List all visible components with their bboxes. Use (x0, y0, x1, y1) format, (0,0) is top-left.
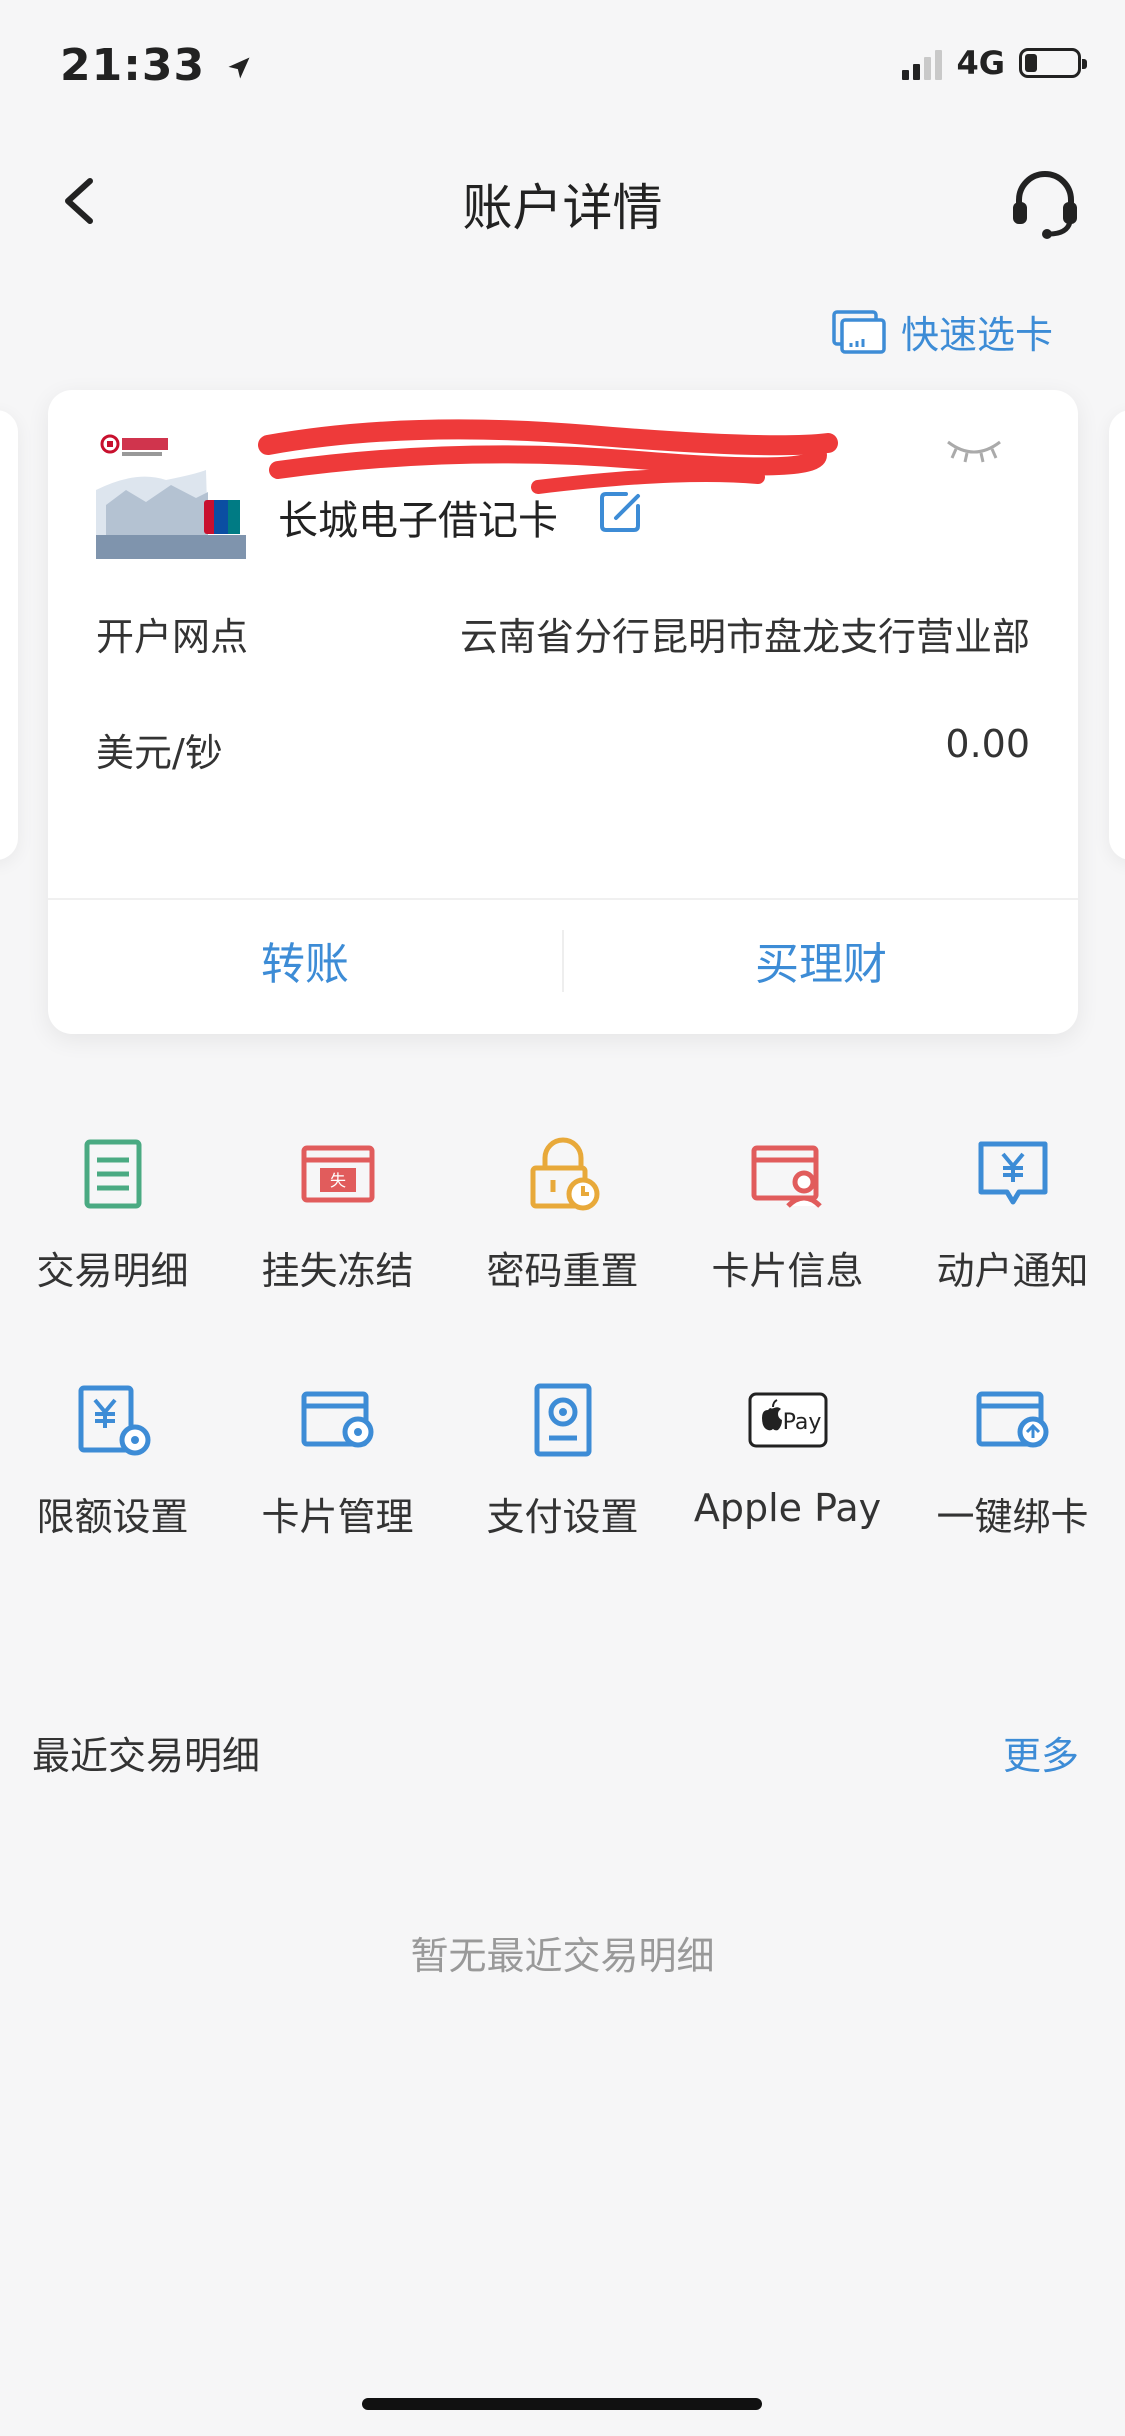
account-activity-notice-button[interactable]: 动户通知 (900, 1134, 1125, 1295)
eye-closed-icon[interactable] (942, 430, 1006, 470)
bank-card-image (96, 430, 246, 570)
status-time: 21:33 (60, 40, 253, 91)
card-lost-icon: 失 (301, 1145, 374, 1203)
apple-pay-button[interactable]: Pay Apple Pay (675, 1380, 900, 1530)
transaction-details-label: 交易明细 (36, 1249, 189, 1293)
recent-transactions-title: 最近交易明细 (32, 1734, 261, 1778)
branch-value: 云南省分行昆明市盘龙支行营业部 (459, 615, 1030, 659)
status-indicators: 4G (902, 44, 1087, 82)
payment-settings-button[interactable]: 支付设置 (450, 1380, 675, 1541)
network-type: 4G (956, 44, 1005, 82)
document-list-icon (84, 1139, 141, 1209)
card-info-button[interactable]: 卡片信息 (675, 1134, 900, 1295)
status-time-text: 21:33 (60, 40, 206, 91)
card-bind-icon (976, 1391, 1048, 1448)
apple-pay-label: Apple Pay (693, 1486, 882, 1530)
card-management-label: 卡片管理 (261, 1495, 414, 1539)
card-divider (48, 898, 1078, 900)
lock-reset-icon (530, 1137, 599, 1211)
card-switch-icon (832, 309, 886, 354)
apple-pay-icon-text: Pay (782, 1410, 821, 1435)
payment-settings-label: 支付设置 (486, 1495, 639, 1539)
svg-text:失: 失 (329, 1171, 345, 1190)
password-reset-button[interactable]: 密码重置 (450, 1134, 675, 1295)
branch-label: 开户网点 (96, 615, 249, 659)
apple-pay-icon: Pay (748, 1392, 827, 1448)
location-arrow-icon (228, 57, 250, 79)
empty-transactions-message: 暂无最近交易明细 (410, 1934, 715, 1978)
card-info-label: 卡片信息 (711, 1249, 864, 1293)
headset-icon (1013, 171, 1077, 239)
limit-settings-button[interactable]: 限额设置 (0, 1380, 225, 1541)
quick-select-card-link[interactable]: 快速选卡 (831, 304, 1053, 359)
battery-icon (1019, 48, 1087, 78)
more-link[interactable]: 更多 (1003, 1725, 1079, 1780)
report-loss-freeze-button[interactable]: 失 挂失冻结 (225, 1134, 450, 1295)
home-indicator[interactable] (362, 2398, 762, 2410)
transaction-details-button[interactable]: 交易明细 (0, 1134, 225, 1295)
page-title: 账户详情 (462, 179, 663, 237)
card-management-button[interactable]: 卡片管理 (225, 1380, 450, 1541)
pay-settings-icon (534, 1383, 591, 1457)
limit-settings-label: 限额设置 (36, 1495, 189, 1539)
one-click-bind-card-label: 一键绑卡 (936, 1495, 1089, 1539)
balance-value: 0.00 (945, 722, 1030, 766)
currency-label: 美元/钞 (96, 731, 223, 775)
customer-service-button[interactable] (1005, 162, 1085, 242)
card-gear-icon (301, 1391, 373, 1448)
account-activity-notice-label: 动户通知 (936, 1249, 1089, 1293)
card-person-icon (751, 1145, 822, 1208)
yuan-gear-icon (78, 1385, 150, 1456)
transfer-button[interactable]: 转账 (48, 928, 562, 992)
yuan-message-icon (978, 1141, 1047, 1205)
buy-wealth-product-button[interactable]: 买理财 (564, 928, 1078, 992)
edit-icon[interactable] (596, 486, 646, 536)
quick-select-label: 快速选卡 (900, 313, 1053, 357)
cellular-signal-icon (902, 46, 943, 80)
card-name: 长城电子借记卡 (278, 498, 558, 544)
password-reset-label: 密码重置 (486, 1249, 639, 1293)
one-click-bind-card-button[interactable]: 一键绑卡 (900, 1380, 1125, 1541)
report-loss-freeze-label: 挂失冻结 (261, 1249, 414, 1293)
previous-card-peek[interactable] (0, 410, 18, 860)
account-card: 长城电子借记卡 开户网点 云南省分行昆明市盘龙支行营业部 美元/钞 0.00 转… (48, 390, 1078, 1034)
next-card-peek[interactable] (1109, 410, 1125, 860)
